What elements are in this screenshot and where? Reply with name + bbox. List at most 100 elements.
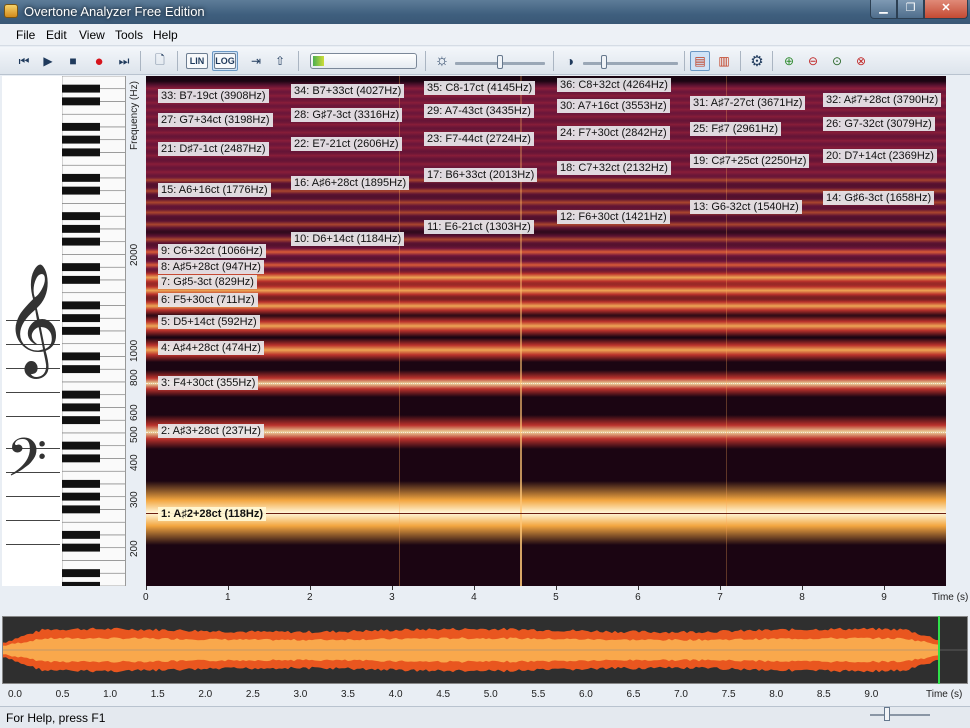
skip-forward-icon[interactable]: ⏭ xyxy=(114,51,134,71)
time-tick-mark xyxy=(228,586,230,590)
time-tick-mark xyxy=(720,586,722,590)
wave-time-unit: Time (s) xyxy=(926,689,963,700)
stop-icon[interactable]: ■ xyxy=(63,51,83,71)
harmonic-label: 11: E6-21ct (1303Hz) xyxy=(424,220,534,234)
playback-cursor[interactable] xyxy=(938,616,940,684)
wave-time-tick: 9.0 xyxy=(864,689,879,700)
piano-black-key[interactable] xyxy=(62,403,100,412)
gain-slider-thumb[interactable] xyxy=(497,55,503,69)
piano-black-key[interactable] xyxy=(62,237,100,246)
wave-time-tick: 2.5 xyxy=(245,689,260,700)
harmonic-label: 10: D6+14ct (1184Hz) xyxy=(291,232,405,246)
piano-black-key[interactable] xyxy=(62,390,100,399)
piano-black-key[interactable] xyxy=(62,543,100,552)
piano-black-key[interactable] xyxy=(62,275,100,284)
piano-black-key[interactable] xyxy=(62,352,100,361)
time-tick-label: 9 xyxy=(881,592,887,603)
piano-black-key[interactable] xyxy=(62,224,100,233)
piano-black-key[interactable] xyxy=(62,365,100,374)
wave-time-tick: 5.5 xyxy=(531,689,546,700)
linear-scale-button[interactable]: LIN xyxy=(184,51,210,71)
new-document-icon[interactable]: 🗋 xyxy=(150,51,170,71)
piano-black-key[interactable] xyxy=(62,173,100,182)
time-tick-label: 3 xyxy=(389,592,395,603)
piano-black-key[interactable] xyxy=(62,148,100,157)
piano-black-key[interactable] xyxy=(62,441,100,450)
waveform-overview[interactable] xyxy=(2,616,968,684)
contrast-slider[interactable] xyxy=(583,62,678,65)
export-icon[interactable]: ⇥ xyxy=(246,51,266,71)
piano-black-key[interactable] xyxy=(62,454,100,463)
harmonic-label: 21: D♯7-1ct (2487Hz) xyxy=(158,142,269,156)
harmonic-label: 3: F4+30ct (355Hz) xyxy=(158,376,259,390)
piano-black-key[interactable] xyxy=(62,122,100,131)
piano-black-key[interactable] xyxy=(62,569,100,578)
time-tick-mark xyxy=(802,586,804,590)
zoom-reset-icon[interactable]: ⊗ xyxy=(851,51,871,71)
menu-view[interactable]: View xyxy=(79,28,105,42)
maximize-button[interactable]: ❐ xyxy=(897,0,924,19)
time-tick-label: 0 xyxy=(143,592,149,603)
zoom-in-icon[interactable]: ⊕ xyxy=(779,51,799,71)
piano-black-key[interactable] xyxy=(62,581,100,586)
harmonic-label: 30: A7+16ct (3553Hz) xyxy=(557,99,670,113)
settings-gear-icon[interactable]: ⚙ xyxy=(747,51,767,71)
wave-time-tick: 4.5 xyxy=(436,689,451,700)
piano-black-key[interactable] xyxy=(62,97,100,106)
time-tick-label: 6 xyxy=(635,592,641,603)
piano-black-key[interactable] xyxy=(62,416,100,425)
close-button[interactable]: ✕ xyxy=(924,0,968,19)
zoom-out-icon[interactable]: ⊖ xyxy=(803,51,823,71)
harmonic-label: 25: F♯7 (2961Hz) xyxy=(690,122,781,136)
level-meter-fill xyxy=(313,56,324,66)
piano-black-key[interactable] xyxy=(62,326,100,335)
piano-black-key[interactable] xyxy=(62,212,100,221)
piano-black-key[interactable] xyxy=(62,479,100,488)
status-zoom-slider-thumb[interactable] xyxy=(884,707,890,721)
frequency-axis: 2000 1000 800 600 500 400 300 200 100 70… xyxy=(126,76,146,660)
piano-black-key[interactable] xyxy=(62,530,100,539)
spectrum-view-icon[interactable]: ▥ xyxy=(714,51,734,71)
menu-file[interactable]: File xyxy=(16,28,35,42)
time-axis-unit: Time (s) xyxy=(932,592,969,603)
log-scale-button[interactable]: LOG xyxy=(212,51,238,71)
harmonic-label: 28: G♯7-3ct (3316Hz) xyxy=(291,108,403,122)
time-tick-mark xyxy=(474,586,476,590)
harmonic-label: 9: C6+32ct (1066Hz) xyxy=(158,244,266,258)
time-tick-label: 5 xyxy=(553,592,559,603)
wave-time-tick: 0.0 xyxy=(8,689,22,700)
piano-black-key[interactable] xyxy=(62,301,100,310)
menu-edit[interactable]: Edit xyxy=(46,28,67,42)
time-tick-mark xyxy=(310,586,312,590)
record-icon[interactable]: ● xyxy=(89,51,109,71)
upload-icon[interactable]: ⇧ xyxy=(270,51,290,71)
zoom-fit-icon[interactable]: ⊙ xyxy=(827,51,847,71)
piano-black-key[interactable] xyxy=(62,314,100,323)
skip-back-icon[interactable]: ⏮ xyxy=(14,51,34,71)
harmonic-label: 13: G6-32ct (1540Hz) xyxy=(690,200,802,214)
play-icon[interactable]: ▶ xyxy=(38,51,58,71)
piano-black-key[interactable] xyxy=(62,186,100,195)
piano-black-key[interactable] xyxy=(62,492,100,501)
harmonic-label: 14: G♯6-3ct (1658Hz) xyxy=(823,191,935,205)
wave-time-tick: 8.0 xyxy=(769,689,784,700)
piano-keyboard[interactable] xyxy=(62,76,126,586)
piano-black-key[interactable] xyxy=(62,263,100,272)
piano-black-key[interactable] xyxy=(62,84,100,93)
piano-black-key[interactable] xyxy=(62,505,100,514)
harmonic-label: 17: B6+33ct (2013Hz) xyxy=(424,168,538,182)
fundamental-label: 1: A♯2+28ct (118Hz) xyxy=(158,507,267,521)
freq-tick: 600 xyxy=(129,404,140,421)
harmonic-band xyxy=(146,230,946,248)
harmonic-label: 22: E7-21ct (2606Hz) xyxy=(291,137,402,151)
freq-tick: 500 xyxy=(129,426,140,443)
wave-time-tick: 1.0 xyxy=(103,689,118,700)
contrast-slider-thumb[interactable] xyxy=(601,55,607,69)
spectrogram-view-icon[interactable]: ▤ xyxy=(690,51,710,71)
harmonic-band xyxy=(146,315,946,337)
piano-black-key[interactable] xyxy=(62,135,100,144)
menu-help[interactable]: Help xyxy=(153,28,178,42)
status-zoom-slider[interactable] xyxy=(870,714,930,716)
menu-tools[interactable]: Tools xyxy=(115,28,143,42)
minimize-button[interactable]: ▁ xyxy=(870,0,897,19)
